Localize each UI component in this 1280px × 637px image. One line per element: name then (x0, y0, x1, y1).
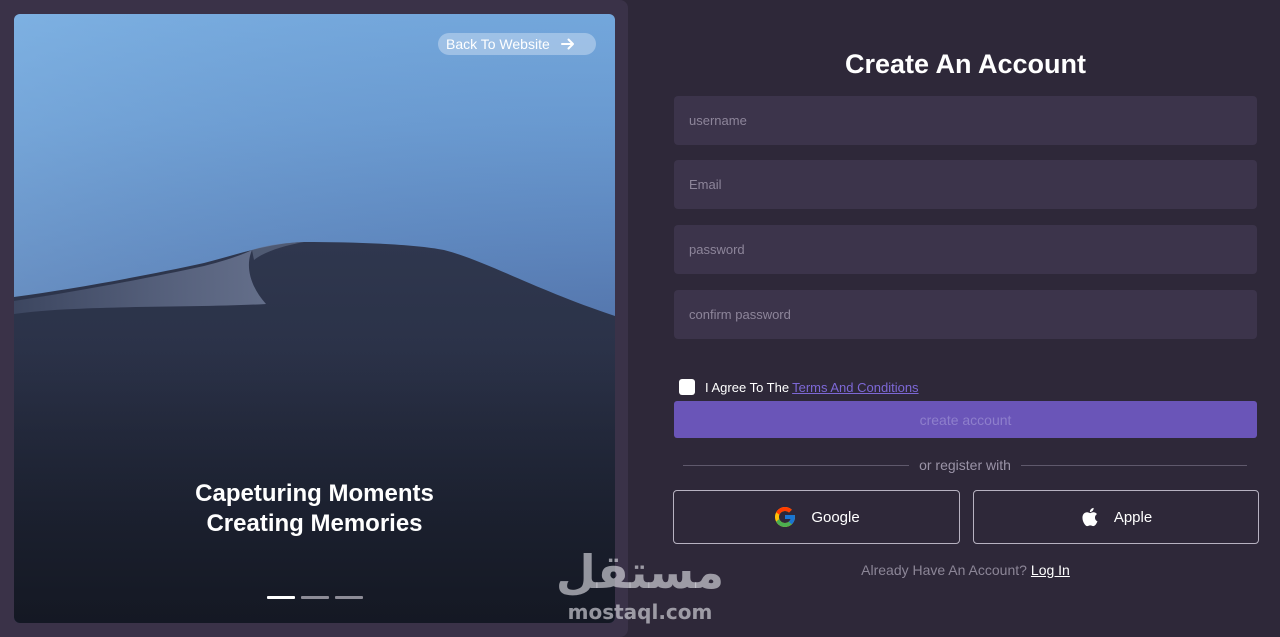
slide-indicators (267, 596, 363, 599)
back-to-website-button[interactable]: Back To Website (438, 33, 596, 55)
agree-text: I Agree To The (705, 380, 790, 395)
login-prompt: Already Have An Account? Log In (674, 561, 1257, 579)
apple-icon (1080, 506, 1100, 528)
hero-slider: Back To Website Capeturing Moments Creat… (14, 14, 615, 623)
google-icon (773, 505, 797, 529)
agree-checkbox[interactable] (679, 379, 695, 395)
back-to-website-label: Back To Website (446, 36, 550, 52)
username-input[interactable] (674, 96, 1257, 145)
divider-line-right (1020, 464, 1247, 466)
agree-label: I Agree To The Terms And Conditions (705, 380, 919, 395)
slide-indicator-3[interactable] (335, 596, 363, 599)
hero-caption-line-2: Creating Memories (206, 510, 423, 537)
divider-text: or register with (919, 457, 1011, 473)
email-input[interactable] (674, 160, 1257, 209)
arrow-right-icon (560, 38, 575, 50)
apple-signup-label: Apple (1113, 508, 1153, 526)
login-prompt-text: Already Have An Account? (861, 562, 1027, 578)
slide-indicator-1[interactable] (267, 596, 295, 599)
create-account-button[interactable]: create account (674, 401, 1257, 438)
google-signup-button[interactable]: Google (673, 490, 960, 544)
apple-signup-button[interactable]: Apple (973, 490, 1259, 544)
divider-line-left (683, 464, 910, 466)
password-input[interactable] (674, 225, 1257, 274)
page-title: Create An Account (844, 49, 1087, 79)
google-signup-label: Google (811, 508, 860, 526)
terms-link[interactable]: Terms And Conditions (792, 380, 918, 395)
register-divider: or register with (683, 456, 1247, 474)
hero-caption: Capeturing Moments Creating Memories (14, 479, 615, 539)
slide-indicator-2[interactable] (301, 596, 329, 599)
login-link[interactable]: Log In (1031, 562, 1070, 578)
hero-caption-line-1: Capeturing Moments (195, 480, 434, 507)
confirm-password-input[interactable] (674, 290, 1257, 339)
left-panel: Back To Website Capeturing Moments Creat… (0, 0, 628, 637)
